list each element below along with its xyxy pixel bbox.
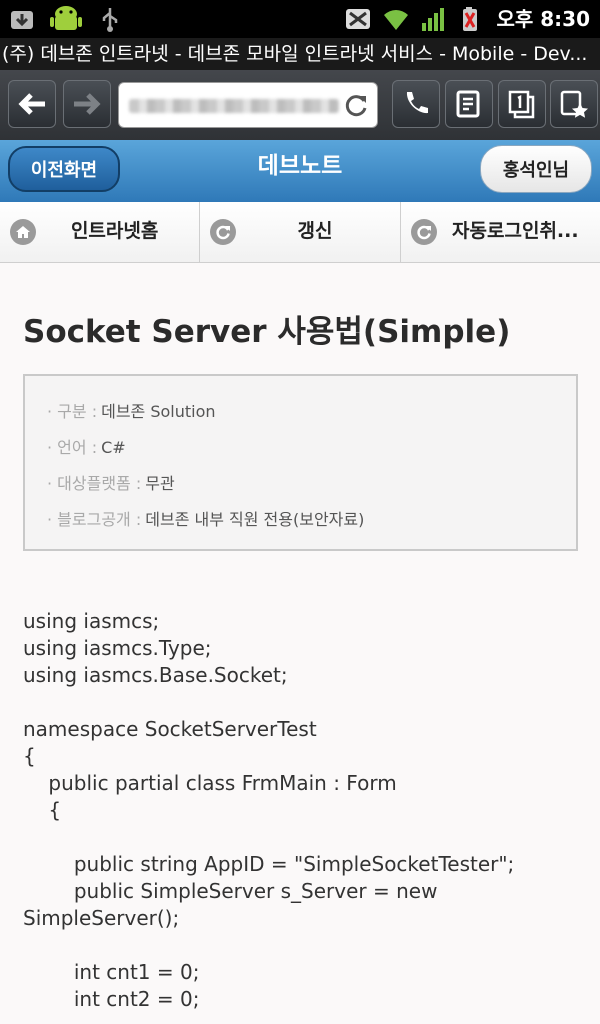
wifi-icon xyxy=(384,10,409,30)
url-text-blurred xyxy=(129,99,339,113)
post-title: Socket Server 사용법(Simple) xyxy=(23,314,511,350)
refresh-icon xyxy=(410,219,437,245)
refresh-icon xyxy=(210,219,237,245)
back-button[interactable] xyxy=(8,80,56,128)
usb-icon xyxy=(102,8,118,32)
signal-icon xyxy=(422,8,445,31)
nav-item-label: 인트라넷홈 xyxy=(70,220,159,242)
phone-icon xyxy=(406,92,428,114)
window-title: (주) 데브존 인트라넷 - 데브존 모바일 인트라넷 서비스 - Mobile… xyxy=(2,43,588,65)
status-bar: 오후 8:30 xyxy=(0,0,600,38)
arrow-right-icon xyxy=(74,93,101,115)
reload-icon[interactable] xyxy=(343,93,369,119)
bookmarks-button[interactable] xyxy=(550,80,598,128)
download-icon xyxy=(11,11,33,29)
notification-icons xyxy=(8,4,124,34)
forward-button[interactable] xyxy=(63,80,111,128)
post-info-box: · 구분 : 데브존 Solution · 언어 : C# · 대상플랫폼 : 무관 … xyxy=(23,374,578,551)
info-row-language: · 언어 : C# xyxy=(47,438,126,457)
battery-icon xyxy=(463,7,478,31)
clock: 오후 8:30 xyxy=(496,7,590,31)
arrow-left-icon xyxy=(18,93,45,115)
bookmark-star-icon xyxy=(560,90,588,118)
code-block: using iasmcs; using iasmcs.Type; using i… xyxy=(23,609,515,1011)
info-row-blog-visibility: · 블로그공개 : 데브존 내부 직원 전용(보안자료) xyxy=(47,510,365,529)
windows-button[interactable] xyxy=(498,80,546,128)
window-count-icon xyxy=(508,90,535,119)
info-row-platform: · 대상플랫폼 : 무관 xyxy=(47,474,175,493)
mute-icon xyxy=(346,9,371,29)
page-title-bar: (주) 데브존 인트라넷 - 데브존 모바일 인트라넷 서비스 - Mobile… xyxy=(0,38,600,70)
nav-item-intranet-home[interactable]: 인트라넷홈 xyxy=(0,202,201,262)
nav-item-label: 자동로그인취... xyxy=(452,220,579,242)
system-icons: 오후 8:30 xyxy=(344,4,590,34)
home-icon xyxy=(10,219,36,245)
nav-bar: 인트라넷홈 갱신 자동로그인취... xyxy=(0,202,600,263)
notes-button[interactable] xyxy=(445,80,493,128)
user-button[interactable]: 홍석인님 xyxy=(480,145,592,193)
url-field[interactable] xyxy=(118,82,378,128)
info-row-category: · 구분 : 데브존 Solution xyxy=(47,402,216,421)
notepad-icon xyxy=(456,90,480,118)
call-button[interactable] xyxy=(392,80,440,128)
nav-item-refresh[interactable]: 갱신 xyxy=(200,202,401,262)
browser-toolbar xyxy=(0,70,600,140)
app-header: 데브노트 이전화면 홍석인님 xyxy=(0,140,600,203)
previous-screen-button[interactable]: 이전화면 xyxy=(8,146,120,192)
android-debug-icon xyxy=(50,6,82,30)
nav-item-label: 갱신 xyxy=(297,220,333,242)
nav-item-cancel-auto-login[interactable]: 자동로그인취... xyxy=(400,202,600,262)
